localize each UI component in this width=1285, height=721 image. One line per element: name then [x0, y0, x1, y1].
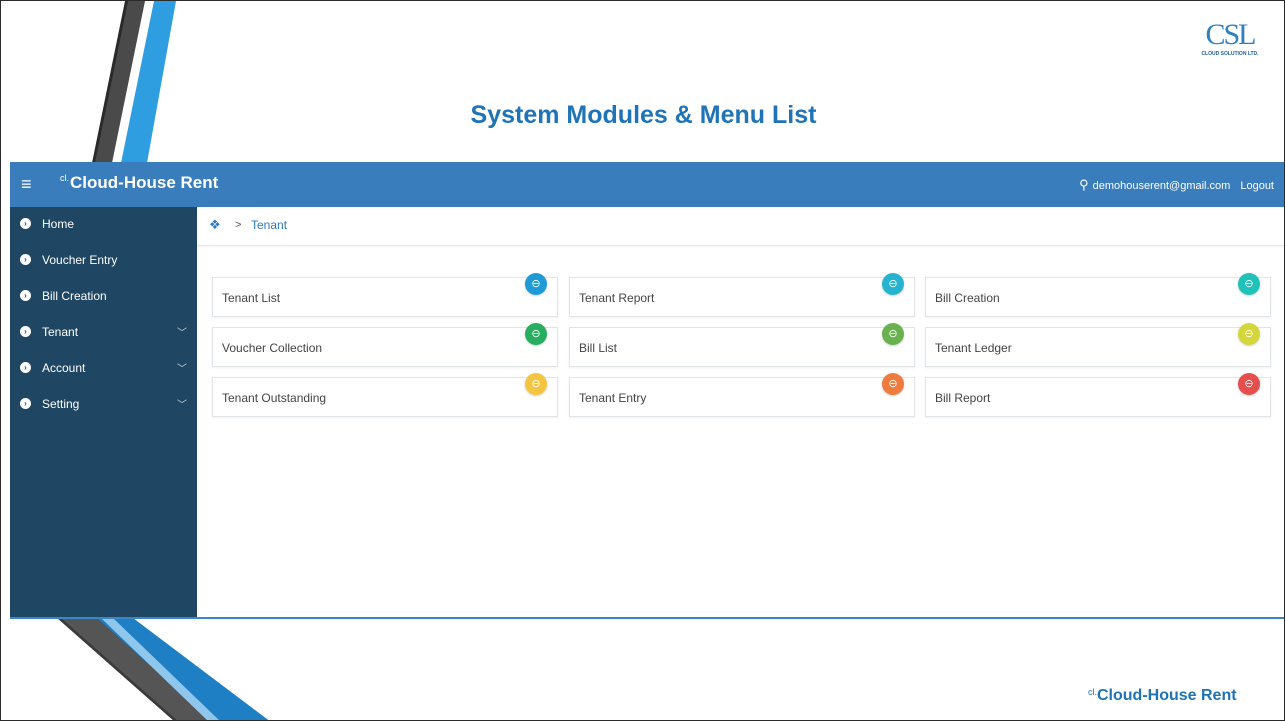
sidebar-item-voucher-entry[interactable]: › Voucher Entry	[10, 243, 197, 279]
sidebar-item-bill-creation[interactable]: › Bill Creation	[10, 279, 197, 315]
arrow-circle-icon: ›	[20, 254, 31, 265]
brand-name: Cloud-House Rent	[70, 173, 219, 192]
module-card-label: Bill Creation	[935, 291, 1000, 305]
presentation-slide: CSL CLOUD SOLUTION LTD. System Modules &…	[0, 0, 1285, 721]
arrow-circle-icon: ›	[20, 290, 31, 301]
chevron-down-icon[interactable]: ﹀	[177, 396, 187, 411]
module-card-tenant-ledger[interactable]: Tenant Ledger ⊖	[925, 323, 1271, 367]
app-brand[interactable]: cl.Cloud-House Rent	[60, 173, 218, 193]
sidebar-item-label: Voucher Entry	[42, 253, 118, 267]
module-card-label: Tenant Report	[579, 291, 655, 305]
hamburger-menu-icon[interactable]: ≡	[21, 174, 32, 194]
user-email[interactable]: demohouserent@gmail.com	[1093, 180, 1231, 192]
sidebar-item-label: Setting	[42, 397, 80, 411]
main-content: ❖ > Tenant Tenant List ⊖ Tenant Report ⊖ Bil…	[197, 207, 1284, 617]
top-left-stripes-decoration	[92, 1, 176, 163]
logout-link[interactable]: Logout	[1240, 180, 1274, 192]
arrow-circle-icon: ›	[20, 362, 31, 373]
chevron-down-icon[interactable]: ﹀	[177, 324, 187, 339]
breadcrumb-separator: >	[235, 219, 242, 231]
home-icon[interactable]: ❖	[209, 217, 221, 233]
footer-brand-prefix: cl.	[1088, 687, 1097, 697]
module-card-tenant-entry[interactable]: Tenant Entry ⊖	[569, 373, 915, 417]
arrow-circle-icon[interactable]: ⊖	[882, 373, 904, 395]
sidebar-item-tenant[interactable]: › Tenant ﹀	[10, 315, 197, 351]
app-screenshot: ≡ cl.Cloud-House Rent ⚲ demohouserent@gma…	[10, 162, 1284, 619]
module-card-label: Tenant Entry	[579, 391, 647, 405]
arrow-circle-icon[interactable]: ⊖	[1238, 373, 1260, 395]
arrow-circle-icon[interactable]: ⊖	[1238, 323, 1260, 345]
arrow-circle-icon: ›	[20, 326, 31, 337]
sidebar-item-label: Account	[42, 361, 86, 375]
arrow-circle-icon: ›	[20, 398, 31, 409]
module-card-voucher-collection[interactable]: Voucher Collection ⊖	[212, 323, 558, 367]
arrow-circle-icon[interactable]: ⊖	[1238, 273, 1260, 295]
sidebar-item-label: Bill Creation	[42, 289, 107, 303]
footer-brand: cl.Cloud-House Rent	[1088, 687, 1237, 705]
module-card-bill-report[interactable]: Bill Report ⊖	[925, 373, 1271, 417]
breadcrumb-current[interactable]: Tenant	[251, 218, 287, 232]
module-card-tenant-report[interactable]: Tenant Report ⊖	[569, 273, 915, 317]
sidebar-item-label: Tenant	[42, 325, 79, 339]
module-card-label: Tenant Outstanding	[222, 391, 327, 405]
arrow-circle-icon: ›	[20, 218, 31, 229]
arrow-circle-icon[interactable]: ⊖	[882, 273, 904, 295]
top-navbar: ≡ cl.Cloud-House Rent ⚲ demohouserent@gma…	[10, 162, 1284, 207]
user-icon: ⚲	[1079, 177, 1089, 192]
footer-brand-name: Cloud-House Rent	[1097, 687, 1237, 704]
arrow-circle-icon[interactable]: ⊖	[525, 323, 547, 345]
breadcrumb: ❖ > Tenant	[197, 207, 1284, 246]
module-card-bill-list[interactable]: Bill List ⊖	[569, 323, 915, 367]
arrow-circle-icon[interactable]: ⊖	[882, 323, 904, 345]
module-card-label: Tenant List	[222, 291, 281, 305]
module-card-tenant-outstanding[interactable]: Tenant Outstanding ⊖	[212, 373, 558, 417]
logo-mark: CSL	[1205, 18, 1256, 51]
module-card-label: Bill List	[579, 341, 618, 355]
sidebar-item-account[interactable]: › Account ﹀	[10, 351, 197, 387]
brand-prefix: cl.	[60, 173, 69, 183]
chevron-down-icon[interactable]: ﹀	[177, 360, 187, 375]
arrow-circle-icon[interactable]: ⊖	[525, 273, 547, 295]
sidebar-item-setting[interactable]: › Setting ﹀	[10, 387, 197, 423]
module-card-label: Voucher Collection	[222, 341, 323, 355]
module-card-tenant-list[interactable]: Tenant List ⊖	[212, 273, 558, 317]
sidebar: › Home › Voucher Entry › Bill Creation › Tenant…	[10, 207, 197, 617]
module-card-bill-creation[interactable]: Bill Creation ⊖	[925, 273, 1271, 317]
user-area: ⚲ demohouserent@gmail.com Logout	[1079, 177, 1274, 193]
company-logo: CSL CLOUD SOLUTION LTD.	[1185, 18, 1275, 71]
slide-title: System Modules & Menu List	[470, 101, 817, 129]
arrow-circle-icon[interactable]: ⊖	[525, 373, 547, 395]
logo-text: CLOUD SOLUTION LTD.	[1201, 51, 1259, 57]
sidebar-item-label: Home	[42, 217, 75, 231]
module-card-label: Tenant Ledger	[935, 341, 1012, 355]
module-card-label: Bill Report	[935, 391, 991, 405]
sidebar-item-home[interactable]: › Home	[10, 207, 197, 243]
